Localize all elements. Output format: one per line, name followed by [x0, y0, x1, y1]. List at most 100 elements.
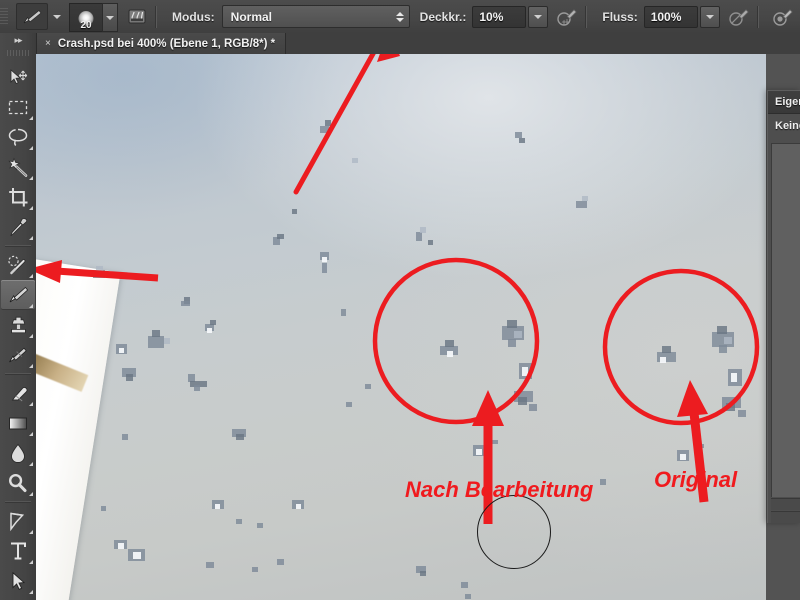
sidebar-item-pen-tool[interactable]	[1, 506, 35, 536]
tool-submenu-indicator-icon	[29, 236, 33, 240]
sidebar-item-clone-stamp-tool[interactable]	[1, 310, 35, 340]
tools-divider	[5, 501, 31, 503]
sidebar-item-lasso-tool[interactable]	[1, 122, 35, 152]
brush-preset-picker[interactable]: 20	[69, 3, 118, 32]
toolbar-separator	[756, 5, 759, 28]
options-bar: 20 Modus: Normal Deckkr.: 10% Fluss: 100…	[0, 0, 800, 34]
tool-submenu-indicator-icon	[29, 146, 33, 150]
sidebar-item-crop-tool[interactable]	[1, 182, 35, 212]
chevron-down-icon	[705, 14, 714, 19]
path-selection-tool-icon	[12, 571, 26, 591]
airbrush-icon	[729, 8, 749, 26]
annotation-after-editing: Nach Bearbeitung	[405, 477, 594, 502]
rectangular-marquee-tool-icon	[8, 100, 28, 114]
document-tab[interactable]: × Crash.psd bei 400% (Ebene 1, RGB/8*) *	[36, 33, 287, 54]
sidebar-item-path-selection-tool[interactable]	[1, 566, 35, 596]
flow-input[interactable]: 100%	[643, 5, 698, 28]
tool-submenu-indicator-icon	[29, 492, 33, 496]
move-tool-icon	[10, 68, 28, 84]
sidebar-item-gradient-tool[interactable]	[1, 408, 35, 438]
dodge-tool-icon	[9, 473, 27, 492]
sidebar-item-dodge-tool[interactable]	[1, 468, 35, 498]
eyedropper-tool-icon	[9, 217, 27, 236]
spinner-arrows-icon	[395, 11, 407, 22]
close-icon[interactable]: ×	[45, 38, 51, 49]
sidebar-item-eraser-tool[interactable]	[1, 378, 35, 408]
brush-cursor-outline	[477, 495, 551, 569]
eraser-tool-icon	[11, 387, 27, 402]
history-brush-tool-icon	[9, 347, 27, 363]
current-tool-preset-button[interactable]	[16, 3, 48, 30]
tool-submenu-indicator-icon	[29, 590, 33, 594]
sidebar-item-blur-tool[interactable]	[1, 438, 35, 468]
tool-submenu-indicator-icon	[29, 364, 33, 368]
spot-healing-brush-tool-icon	[7, 255, 25, 275]
toggle-brush-panel-button[interactable]	[124, 4, 150, 30]
sidebar-item-type-tool[interactable]	[1, 536, 35, 566]
brush-size-value: 20	[80, 20, 92, 31]
pen-tool-icon	[10, 512, 25, 531]
tools-divider	[5, 373, 31, 375]
sidebar-item-spot-healing-brush-tool[interactable]	[1, 250, 35, 280]
image-canvas[interactable]	[36, 54, 766, 600]
gradient-tool-icon	[9, 417, 27, 429]
properties-panel-subtitle-label: Keine	[775, 120, 800, 132]
airbrush-toggle[interactable]	[726, 4, 752, 30]
sky-gradient	[36, 54, 766, 600]
brush-tool-icon	[9, 286, 28, 303]
opacity-label: Deckkr.:	[419, 9, 467, 24]
options-bar-grip[interactable]	[0, 0, 8, 33]
brush-tool-icon	[23, 9, 42, 23]
sidebar-item-move-tool[interactable]	[1, 62, 35, 92]
opacity-input[interactable]: 10%	[472, 5, 527, 28]
pressure-opacity-icon	[557, 8, 577, 26]
clone-stamp-tool-icon	[10, 316, 26, 334]
brush-preview[interactable]: 20	[69, 3, 102, 32]
tablet-pressure-toggle[interactable]	[770, 4, 796, 30]
sidebar-item-history-brush-tool[interactable]	[1, 340, 35, 370]
crop-tool-icon	[8, 187, 27, 206]
tools-panel-grip[interactable]	[7, 48, 29, 58]
properties-panel-footer-upper[interactable]	[771, 498, 800, 510]
sidebar-item-magic-wand-tool[interactable]	[1, 152, 35, 182]
tools-panel-collapse-button[interactable]: ▸▸	[0, 33, 36, 47]
tablet-pressure-icon	[773, 8, 793, 26]
tool-submenu-indicator-icon	[29, 334, 33, 338]
tool-submenu-indicator-icon	[29, 432, 33, 436]
sidebar-item-eyedropper-tool[interactable]	[1, 212, 35, 242]
sidebar-item-line-shape-tool[interactable]	[1, 596, 35, 600]
tool-submenu-indicator-icon	[29, 462, 33, 466]
annotation-original: Original	[654, 467, 738, 492]
tool-submenu-indicator-icon	[29, 274, 33, 278]
tool-submenu-indicator-icon	[29, 530, 33, 534]
properties-panel-tab[interactable]: Eigens	[768, 91, 800, 114]
brush-preset-dropdown-button[interactable]	[102, 3, 118, 32]
properties-panel-footer-lower[interactable]	[771, 511, 800, 523]
lasso-tool-icon	[8, 128, 28, 146]
flow-dropdown-button[interactable]	[699, 5, 720, 28]
toolbar-separator	[155, 5, 157, 28]
pressure-opacity-toggle[interactable]	[554, 4, 580, 30]
properties-panel-subtitle: Keine	[768, 114, 800, 138]
properties-panel-tab-label: Eigens	[775, 96, 800, 108]
tool-preset-dropdown[interactable]	[51, 10, 63, 24]
tool-submenu-indicator-icon	[29, 560, 33, 564]
flow-value: 100%	[650, 9, 682, 24]
tool-submenu-indicator-icon	[29, 176, 33, 180]
tool-submenu-indicator-icon	[29, 402, 33, 406]
canvas-area[interactable]: Nach Bearbeitung Original	[36, 54, 800, 600]
brush-panel-icon	[128, 9, 146, 24]
opacity-dropdown-button[interactable]	[528, 5, 549, 28]
sidebar-item-brush-tool[interactable]	[1, 280, 35, 310]
sidebar-item-rectangular-marquee-tool[interactable]	[1, 92, 35, 122]
tools-divider	[5, 245, 31, 247]
document-tab-title: Crash.psd bei 400% (Ebene 1, RGB/8*) *	[57, 37, 276, 50]
tool-submenu-indicator-icon	[29, 116, 33, 120]
blend-mode-select[interactable]: Normal	[221, 5, 410, 28]
mode-label: Modus:	[172, 9, 215, 24]
blur-tool-icon	[11, 443, 25, 463]
type-tool-icon	[11, 542, 26, 560]
properties-panel[interactable]: Eigens Keine	[767, 90, 800, 523]
flow-label: Fluss:	[602, 9, 638, 24]
magic-wand-tool-icon	[8, 156, 28, 177]
